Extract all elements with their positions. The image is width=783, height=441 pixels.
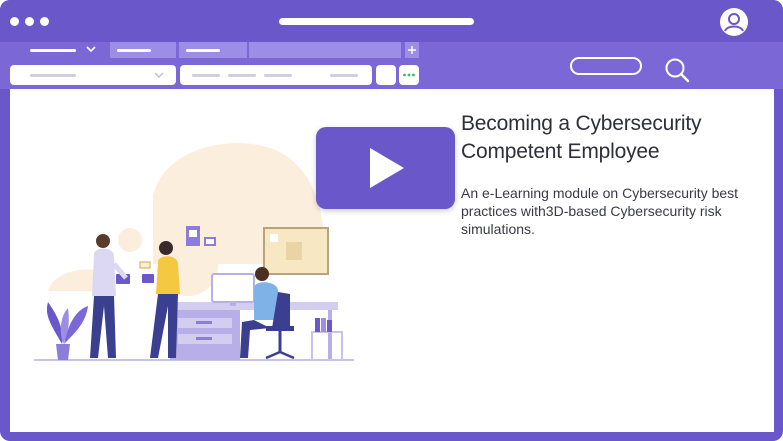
tab-4[interactable] — [249, 42, 401, 58]
more-dots-icon — [403, 73, 415, 77]
tab-1[interactable] — [20, 42, 108, 58]
address-bar[interactable] — [279, 18, 474, 25]
more-button[interactable] — [399, 65, 419, 85]
toolbar-button[interactable] — [376, 65, 396, 85]
tab-3[interactable] — [179, 42, 247, 58]
search-icon[interactable] — [664, 57, 690, 83]
url-field[interactable] — [180, 65, 372, 85]
module-description: An e-Learning module on Cybersecurity be… — [461, 185, 739, 237]
user-avatar-icon[interactable] — [720, 8, 748, 36]
new-tab-button[interactable] — [405, 42, 419, 58]
chevron-down-icon — [154, 72, 164, 78]
play-icon — [370, 148, 404, 188]
chevron-down-icon — [86, 46, 96, 53]
plus-icon — [408, 46, 416, 54]
title-bar — [0, 0, 783, 42]
three-dots-icon[interactable] — [10, 17, 49, 26]
tab-2[interactable] — [110, 42, 176, 58]
module-title: Becoming a Cybersecurity Competent Emplo… — [461, 112, 702, 163]
video-play-button[interactable] — [316, 127, 455, 209]
dropdown-field[interactable] — [10, 65, 176, 85]
office-illustration — [34, 143, 354, 361]
pill-button[interactable] — [570, 57, 642, 75]
